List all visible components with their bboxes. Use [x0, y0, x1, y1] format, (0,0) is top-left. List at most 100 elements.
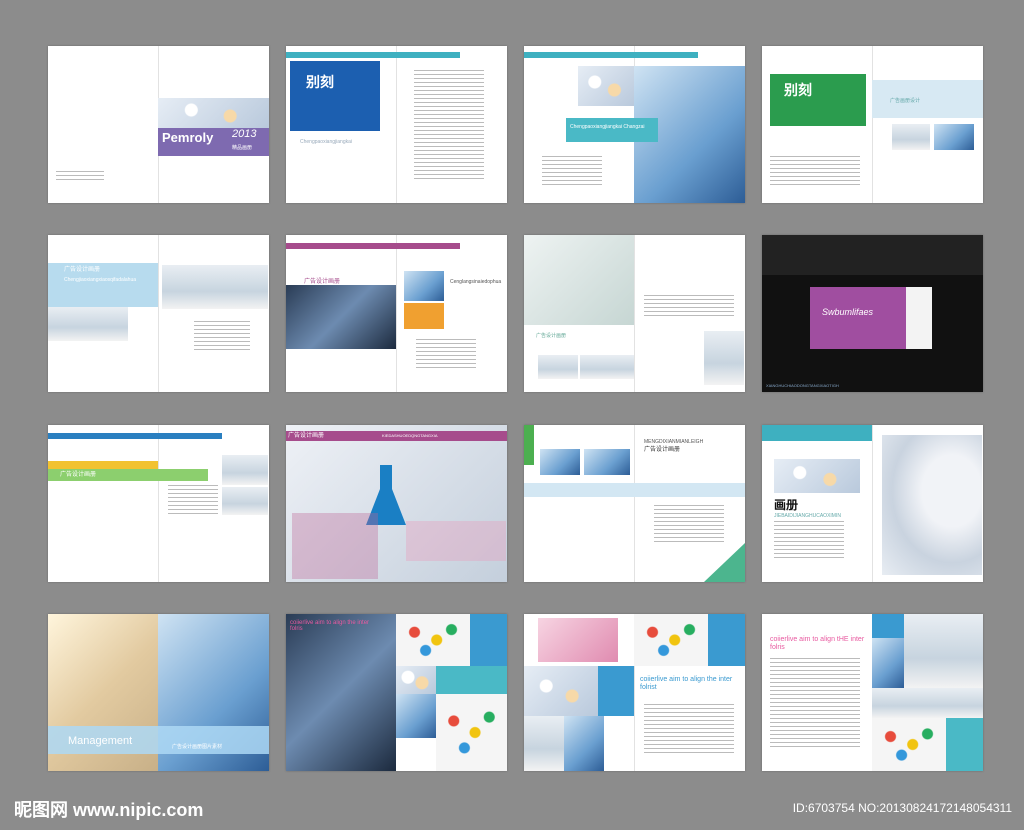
bottle-photo	[882, 435, 982, 575]
pills-photo-2	[396, 666, 436, 694]
pills-photo-2	[524, 666, 598, 716]
lab-photo	[286, 285, 396, 349]
banner: KIEDASHUOEDQNGTANGXIA	[382, 433, 438, 438]
text-block	[770, 658, 860, 748]
fold-line	[872, 46, 873, 203]
lab-photo	[934, 124, 974, 150]
text-block	[168, 485, 218, 515]
pills-photo	[158, 98, 269, 128]
product-box	[810, 287, 906, 349]
year-label: 2013	[232, 128, 257, 140]
text-block	[774, 521, 844, 561]
heading: coiierlive aim to align tHE inter folris	[770, 636, 865, 651]
cover-subtitle: 精品画册	[232, 145, 253, 151]
spread-collage: coiierlive aim to align the inter folris…	[524, 614, 745, 771]
heading: 广告设计画册	[64, 267, 101, 273]
lab-photo-2	[584, 449, 630, 475]
lab-photo	[222, 455, 268, 485]
heading: Management	[68, 735, 133, 747]
teal-panel	[946, 718, 983, 771]
caption-band	[566, 118, 658, 142]
lab-photo	[872, 638, 904, 688]
pink-overlay-2	[406, 521, 506, 561]
sub-heading: Chengjiaoxiangxiaosqifadalahua	[64, 277, 136, 283]
heading: 广告设计画册	[288, 433, 325, 439]
blue-panel	[470, 614, 507, 666]
caption: Chengpaoxiangjiangkai Changzai	[570, 124, 645, 130]
pink-overlay	[292, 513, 378, 579]
microscope-photo	[904, 614, 983, 688]
teal-panel	[436, 666, 507, 694]
teal-bar	[762, 425, 872, 441]
heading: coiierlive aim to align the inter folris…	[640, 676, 733, 691]
blue-band	[524, 483, 745, 497]
lab-photo	[564, 716, 604, 771]
product-box	[290, 61, 380, 131]
sub-heading: 广告设计画册	[644, 447, 681, 453]
text-block	[654, 505, 724, 545]
heading: 画册	[774, 498, 799, 512]
spread-colorbars: 广告设计画册	[48, 425, 269, 582]
people-photo	[872, 688, 983, 718]
text-block	[644, 704, 734, 754]
spread-management: Management 广告设计画册图片素材	[48, 614, 269, 771]
heading: coiierlive aim to align the inter folris	[290, 620, 370, 632]
people-photo	[524, 716, 564, 771]
flask-photo	[396, 694, 436, 738]
spread-lab-1: Chengpaoxiangjiangkai Changzai	[524, 46, 745, 203]
pills-photo	[404, 303, 444, 329]
teal-bar	[524, 52, 698, 58]
syringe-photo	[524, 235, 634, 325]
heading: 广告设计画册	[60, 472, 97, 478]
spread-pills-bottle: 画册 JIEBAIDIJIANGHUCAOXIMIN	[762, 425, 983, 582]
pills-photo	[774, 459, 860, 493]
pills-photo	[396, 614, 470, 666]
fold-line	[872, 425, 873, 582]
caption: XIANGHUCHIAODONGTANGXIAOTIGH	[766, 383, 839, 388]
brand-title: Pemroly	[162, 130, 214, 145]
spread-product-1: 别刻 Chengpaoxiangjiangkai	[286, 46, 507, 203]
text-block	[194, 321, 250, 351]
text-block	[416, 339, 476, 369]
pills-photo	[872, 718, 946, 771]
footer-id: ID:6703754 NO:20130824172148054311	[792, 801, 1012, 815]
spread-flask: 广告设计画册 KIEDASHUOEDQNGTANGXIA	[286, 425, 507, 582]
sub-heading: JIEBAIDIJIANGHUCAOXIMIN	[774, 513, 841, 519]
spread-cover: Pemroly 2013 精品画册	[48, 46, 269, 203]
text-block	[542, 156, 602, 186]
fold-line	[634, 425, 635, 582]
heading: MENGDIXIANMIANLEIGH	[644, 439, 704, 445]
blue-panel	[708, 614, 745, 666]
people-photo	[892, 124, 930, 150]
product-box-side	[906, 287, 932, 349]
product-box	[538, 618, 618, 662]
text-block	[644, 295, 734, 319]
spread-text-collage: coiierlive aim to align tHE inter folris	[762, 614, 983, 771]
brand-title: Swbumlifaes	[822, 307, 874, 317]
footer-site: 昵图网 www.nipic.com	[14, 800, 204, 820]
pills-photo	[634, 614, 708, 666]
doctor-photo	[704, 331, 744, 385]
teal-bar	[286, 52, 460, 58]
text-block	[770, 156, 860, 186]
lab-photo	[540, 449, 580, 475]
blue-panel	[872, 614, 904, 638]
heading: 广告画册设计	[890, 98, 921, 104]
text-block	[414, 70, 484, 180]
spread-product-2: 别刻 广告画册设计	[762, 46, 983, 203]
heading: 广告设计画册	[536, 333, 567, 339]
caption: Chengpaoxiangjiangkai	[300, 139, 352, 145]
pharmacy-photo	[580, 355, 634, 379]
purple-bar	[286, 243, 460, 249]
fold-line	[396, 46, 397, 203]
pharmacy-photo	[222, 487, 268, 515]
yellow-bar	[48, 461, 158, 469]
fold-line	[396, 235, 397, 392]
spread-lab-2: 广告设计画册 Cenglangsinaiedophua	[286, 235, 507, 392]
sub-heading: Cenglangsinaiedophua	[450, 279, 502, 285]
fold-line	[634, 235, 635, 392]
sub-heading: 广告设计画册图片素材	[172, 744, 223, 750]
spread-experiment: coiierlive aim to align the inter folris	[286, 614, 507, 771]
text-block	[56, 171, 104, 180]
green-corner	[704, 543, 745, 582]
